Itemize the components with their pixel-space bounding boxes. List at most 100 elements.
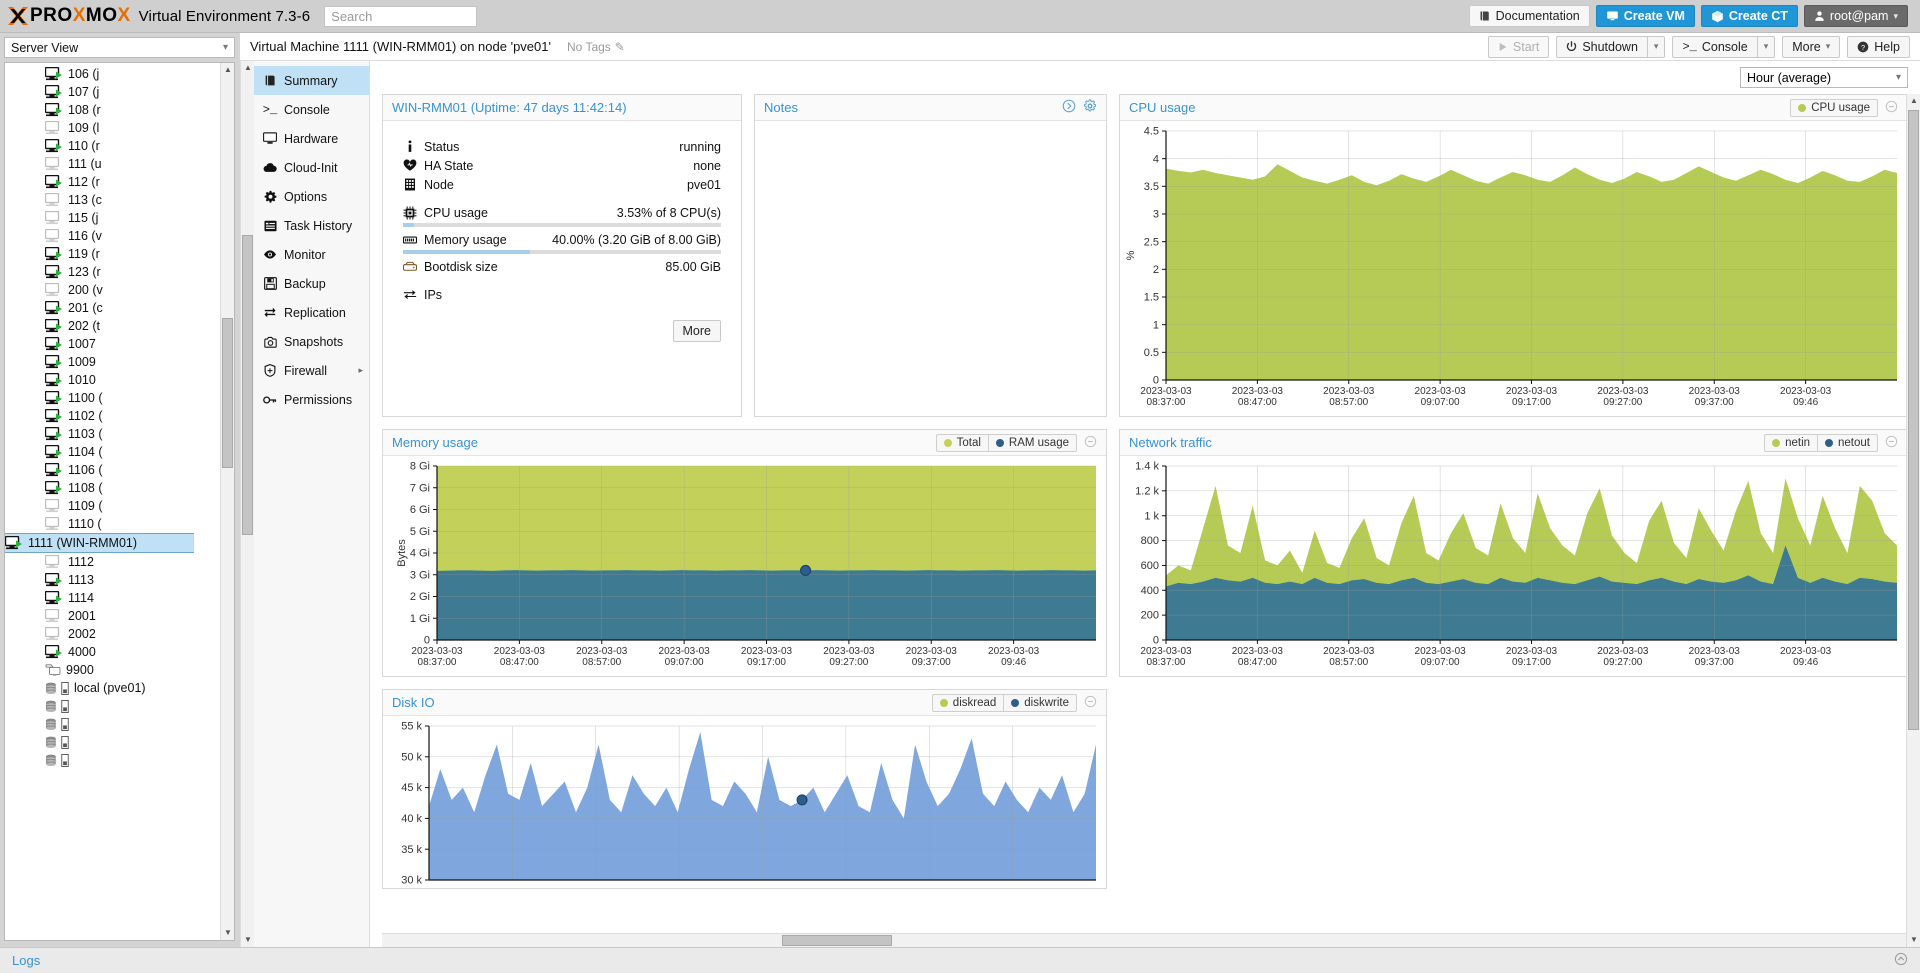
timerange-select[interactable]: Hour (average) ▾: [1740, 67, 1908, 88]
resource-tree-list[interactable]: 106 (j 107 (j 108 (r 109 (l 110 (r 111 (u 112 …: [5, 63, 220, 940]
tree-item[interactable]: 1109 (: [5, 497, 220, 515]
scroll-down-icon[interactable]: ▼: [221, 926, 234, 940]
nav-item-hardware[interactable]: Hardware: [254, 124, 369, 153]
scroll-up-icon[interactable]: ▲: [241, 61, 255, 75]
nav-item-backup[interactable]: Backup: [254, 269, 369, 298]
tree-item[interactable]: 1100 (: [5, 389, 220, 407]
user-menu-button[interactable]: root@pam ▾: [1803, 5, 1908, 27]
tree-item[interactable]: [5, 751, 220, 769]
help-button[interactable]: ? Help: [1847, 35, 1910, 58]
shutdown-button[interactable]: Shutdown: [1556, 35, 1648, 58]
disk-io-legend[interactable]: diskread diskwrite: [931, 693, 1077, 712]
tree-item[interactable]: 1009: [5, 353, 220, 371]
tree-item[interactable]: 113 (c: [5, 191, 220, 209]
nav-scroll-thumb[interactable]: [242, 235, 253, 535]
legend-item[interactable]: diskread: [933, 695, 1003, 711]
console-button[interactable]: >_ Console: [1672, 35, 1758, 58]
legend-item[interactable]: netin: [1765, 435, 1817, 451]
tree-item[interactable]: 1106 (: [5, 461, 220, 479]
console-dropdown-arrow[interactable]: ▾: [1757, 35, 1776, 58]
tree-item[interactable]: 116 (v: [5, 227, 220, 245]
tree-item[interactable]: 9900: [5, 661, 220, 679]
collapse-icon[interactable]: [1084, 435, 1097, 451]
tree-item[interactable]: 106 (j: [5, 65, 220, 83]
tree-scroll-thumb[interactable]: [222, 318, 233, 468]
tree-item-selected[interactable]: 1111 (WIN-RMM01): [5, 533, 194, 553]
tags-area[interactable]: No Tags ✎: [567, 40, 625, 54]
tree-item[interactable]: 1108 (: [5, 479, 220, 497]
nav-item-task-history[interactable]: Task History: [254, 211, 369, 240]
tree-item[interactable]: 1102 (: [5, 407, 220, 425]
nav-item-cloud-init[interactable]: Cloud-Init: [254, 153, 369, 182]
expand-icon[interactable]: [1062, 99, 1076, 116]
dashboard-vscrollbar[interactable]: ▲ ▼: [1906, 94, 1920, 947]
tree-item[interactable]: 202 (t: [5, 317, 220, 335]
tree-item[interactable]: [5, 697, 220, 715]
search-input[interactable]: Search: [324, 5, 478, 27]
memory-usage-legend[interactable]: Total RAM usage: [935, 433, 1077, 452]
tree-item[interactable]: 109 (l: [5, 119, 220, 137]
more-button[interactable]: More ▾: [1782, 35, 1841, 58]
create-ct-button[interactable]: Create CT: [1700, 5, 1798, 27]
shutdown-dropdown-arrow[interactable]: ▾: [1647, 35, 1666, 58]
tree-scrollbar[interactable]: ▲ ▼: [220, 63, 234, 940]
edit-pencil-icon[interactable]: ✎: [615, 40, 625, 54]
nav-item-snapshots[interactable]: Snapshots: [254, 327, 369, 356]
tree-item[interactable]: 1113: [5, 571, 220, 589]
legend-item[interactable]: netout: [1817, 434, 1877, 451]
nav-item-options[interactable]: Options: [254, 182, 369, 211]
tree-item[interactable]: 1110 (: [5, 515, 220, 533]
collapse-icon[interactable]: [1084, 695, 1097, 711]
tree-item[interactable]: 110 (r: [5, 137, 220, 155]
status-more-button[interactable]: More: [672, 320, 721, 342]
tree-item[interactable]: 123 (r: [5, 263, 220, 281]
cpu-usage-legend[interactable]: CPU usage: [1790, 98, 1878, 117]
nav-item-permissions[interactable]: Permissions: [254, 385, 369, 414]
network-traffic-legend[interactable]: netin netout: [1764, 433, 1878, 452]
tree-item[interactable]: local (pve01): [5, 679, 220, 697]
tree-item[interactable]: 119 (r: [5, 245, 220, 263]
tree-item[interactable]: 1010: [5, 371, 220, 389]
tree-item[interactable]: 112 (r: [5, 173, 220, 191]
documentation-button[interactable]: Documentation: [1468, 5, 1590, 27]
legend-item[interactable]: Total: [937, 435, 988, 451]
notes-panel-body[interactable]: [755, 121, 1106, 416]
nav-item-monitor[interactable]: Monitor: [254, 240, 369, 269]
scroll-down-icon[interactable]: ▼: [241, 933, 255, 947]
logs-link[interactable]: Logs: [12, 953, 40, 968]
hscroll-thumb[interactable]: [782, 935, 892, 946]
scroll-down-icon[interactable]: ▼: [1907, 933, 1920, 947]
collapse-icon[interactable]: [1885, 100, 1898, 116]
collapse-icon[interactable]: [1885, 435, 1898, 451]
legend-item[interactable]: diskwrite: [1003, 694, 1076, 711]
tree-item[interactable]: 1007: [5, 335, 220, 353]
nav-item-firewall[interactable]: Firewall ▸: [254, 356, 369, 385]
legend-item[interactable]: CPU usage: [1791, 100, 1877, 116]
tree-item[interactable]: 1104 (: [5, 443, 220, 461]
tree-item[interactable]: 1103 (: [5, 425, 220, 443]
nav-item-summary[interactable]: Summary: [254, 66, 369, 95]
tree-item[interactable]: 1114: [5, 589, 220, 607]
tree-item[interactable]: 1112: [5, 553, 220, 571]
logs-expand-icon[interactable]: [1894, 952, 1908, 969]
start-button[interactable]: Start: [1487, 35, 1550, 58]
scroll-up-icon[interactable]: ▲: [1907, 94, 1920, 108]
legend-item[interactable]: RAM usage: [987, 434, 1076, 451]
tree-item[interactable]: 115 (j: [5, 209, 220, 227]
scroll-up-icon[interactable]: ▲: [221, 63, 234, 77]
gear-icon[interactable]: [1083, 99, 1097, 116]
tree-item[interactable]: 201 (c: [5, 299, 220, 317]
nav-item-console[interactable]: >_ Console: [254, 95, 369, 124]
tree-item[interactable]: 107 (j: [5, 83, 220, 101]
tree-item[interactable]: [5, 715, 220, 733]
proxmox-logo[interactable]: PROXMOX: [6, 5, 131, 27]
tree-item[interactable]: 4000: [5, 643, 220, 661]
tree-item[interactable]: [5, 733, 220, 751]
tree-item[interactable]: 108 (r: [5, 101, 220, 119]
tree-item[interactable]: 200 (v: [5, 281, 220, 299]
tree-item[interactable]: 111 (u: [5, 155, 220, 173]
tree-item[interactable]: 2002: [5, 625, 220, 643]
view-selector[interactable]: Server View ▾: [4, 37, 235, 58]
tree-item[interactable]: 2001: [5, 607, 220, 625]
create-vm-button[interactable]: Create VM: [1595, 5, 1695, 27]
